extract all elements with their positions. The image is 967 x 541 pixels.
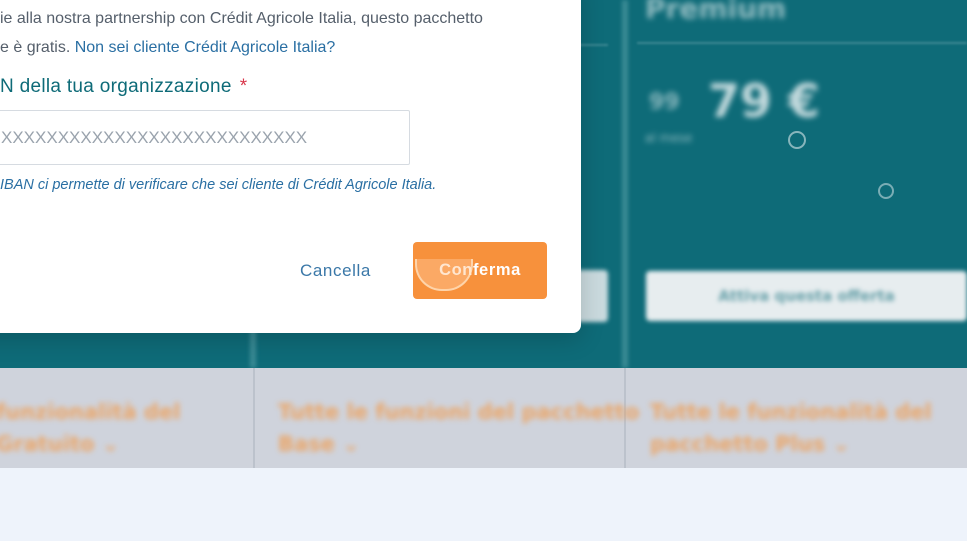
iban-input[interactable]: XXXXXXXXXXXXXXXXXXXXXXXXXXX	[0, 110, 410, 165]
plan-price: 79 €	[708, 74, 821, 128]
confirm-label: Conferma	[439, 261, 521, 279]
chevron-down-icon: ⌄	[342, 432, 360, 456]
feature-line: Gratuito	[0, 432, 95, 456]
iban-label-text: N della tua organizzazione	[0, 76, 232, 97]
feature-link-plus[interactable]: Tutte le funzionalità del pacchetto Plus…	[650, 396, 932, 460]
features-separator	[253, 368, 255, 468]
column-divider	[622, 0, 628, 368]
intro-text: e è gratis.	[0, 39, 71, 56]
feature-line: Tutte le funzioni del pacchetto	[278, 400, 640, 424]
column-rule	[637, 42, 967, 44]
plan-per-period: al mese	[645, 131, 693, 145]
cancel-button[interactable]: Cancella	[300, 261, 371, 281]
plan-title: Premium	[645, 0, 787, 25]
info-icon	[788, 131, 806, 149]
feature-line: Base	[278, 432, 335, 456]
feature-link-base[interactable]: Tutte le funzioni del pacchetto Base ⌄	[278, 396, 639, 460]
iban-field-label: N della tua organizzazione *	[0, 76, 247, 98]
feature-line: Tutte le funzionalità del	[650, 400, 932, 424]
info-icon	[878, 183, 894, 199]
confirm-button[interactable]: Conferma	[413, 242, 547, 299]
activate-offer-button[interactable]: Attiva questa offerta	[646, 271, 967, 321]
modal-intro: ie alla nostra partnership con Crédit Ag…	[0, 4, 560, 62]
plan-old-price: 99	[649, 90, 680, 115]
activate-offer-label: Attiva questa offerta	[718, 287, 895, 305]
not-client-link[interactable]: Non sei cliente Crédit Agricole Italia?	[75, 39, 336, 56]
page-footer-area	[0, 468, 967, 541]
intro-text: ie alla nostra partnership con Crédit Ag…	[0, 10, 483, 27]
chevron-down-icon: ⌄	[832, 432, 851, 456]
feature-line: pacchetto Plus	[650, 432, 826, 456]
feature-line: funzionalità del	[0, 400, 181, 424]
chevron-down-icon: ⌄	[101, 432, 120, 456]
feature-link-gratuito[interactable]: funzionalità del Gratuito ⌄	[0, 396, 180, 460]
required-marker: *	[239, 76, 248, 97]
iban-modal: ie alla nostra partnership con Crédit Ag…	[0, 0, 581, 333]
iban-placeholder: XXXXXXXXXXXXXXXXXXXXXXXXXXX	[1, 127, 308, 147]
iban-help-text: IBAN ci permette di verificare che sei c…	[0, 177, 437, 193]
